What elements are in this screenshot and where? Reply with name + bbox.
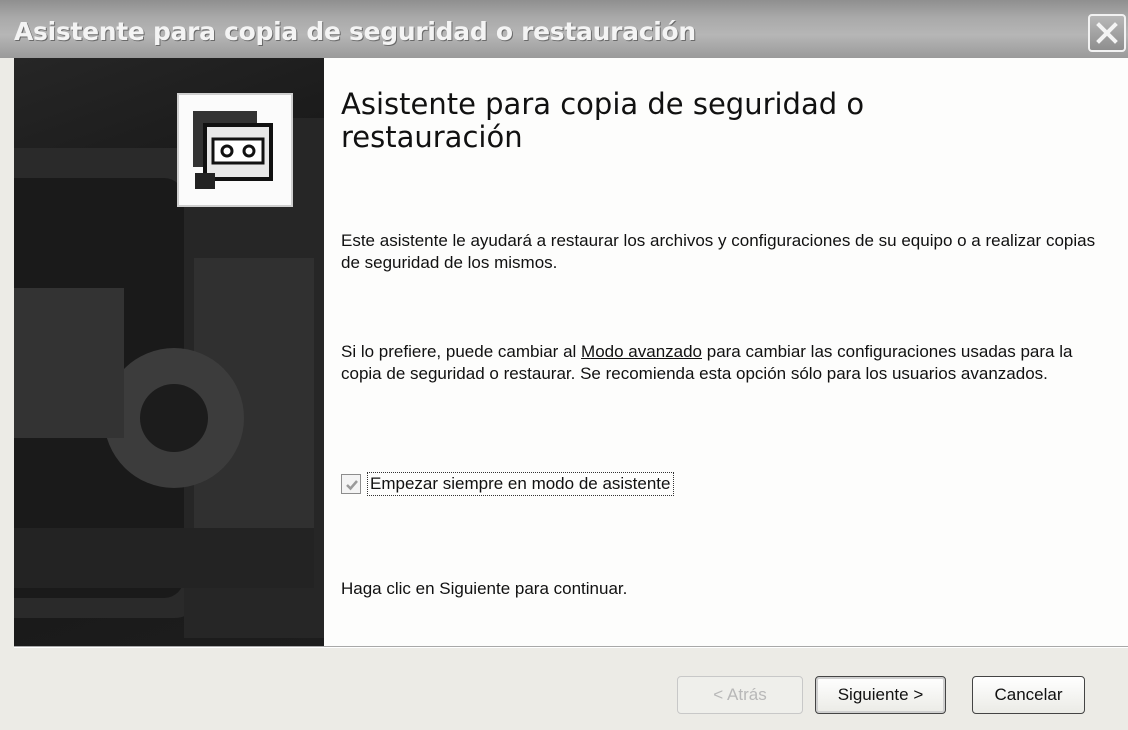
continue-instruction: Haga clic en Siguiente para continuar. — [341, 579, 628, 598]
window-title: Asistente para copia de seguridad o rest… — [14, 17, 696, 46]
advanced-mode-text-before: Si lo prefiere, puede cambiar al — [341, 342, 582, 361]
checkmark-icon — [346, 480, 358, 491]
advanced-mode-paragraph: Si lo prefiere, puede cambiar al Modo av… — [341, 341, 1101, 385]
advanced-mode-link[interactable]: Modo avanzado — [581, 342, 702, 361]
wizard-window: Asistente para copia de seguridad o rest… — [0, 0, 1128, 730]
backup-tape-icon — [177, 93, 293, 207]
wizard-heading: Asistente para copia de seguridad o rest… — [341, 87, 865, 154]
close-button[interactable] — [1088, 14, 1126, 52]
wizard-mode-checkbox-label[interactable]: Empezar siempre en modo de asistente — [367, 472, 674, 496]
next-button[interactable]: Siguiente > — [815, 676, 946, 714]
wizard-mode-checkbox[interactable] — [341, 474, 361, 494]
back-button[interactable]: < Atrás — [677, 676, 803, 714]
cancel-button[interactable]: Cancelar — [972, 676, 1085, 714]
wizard-mode-checkbox-row[interactable]: Empezar siempre en modo de asistente — [341, 471, 674, 497]
title-bar[interactable]: Asistente para copia de seguridad o rest… — [0, 0, 1128, 58]
intro-paragraph: Este asistente le ayudará a restaurar lo… — [341, 231, 1096, 272]
footer-separator — [14, 646, 1128, 648]
wizard-content: Asistente para copia de seguridad o rest… — [324, 58, 1128, 646]
close-icon — [1096, 22, 1118, 44]
